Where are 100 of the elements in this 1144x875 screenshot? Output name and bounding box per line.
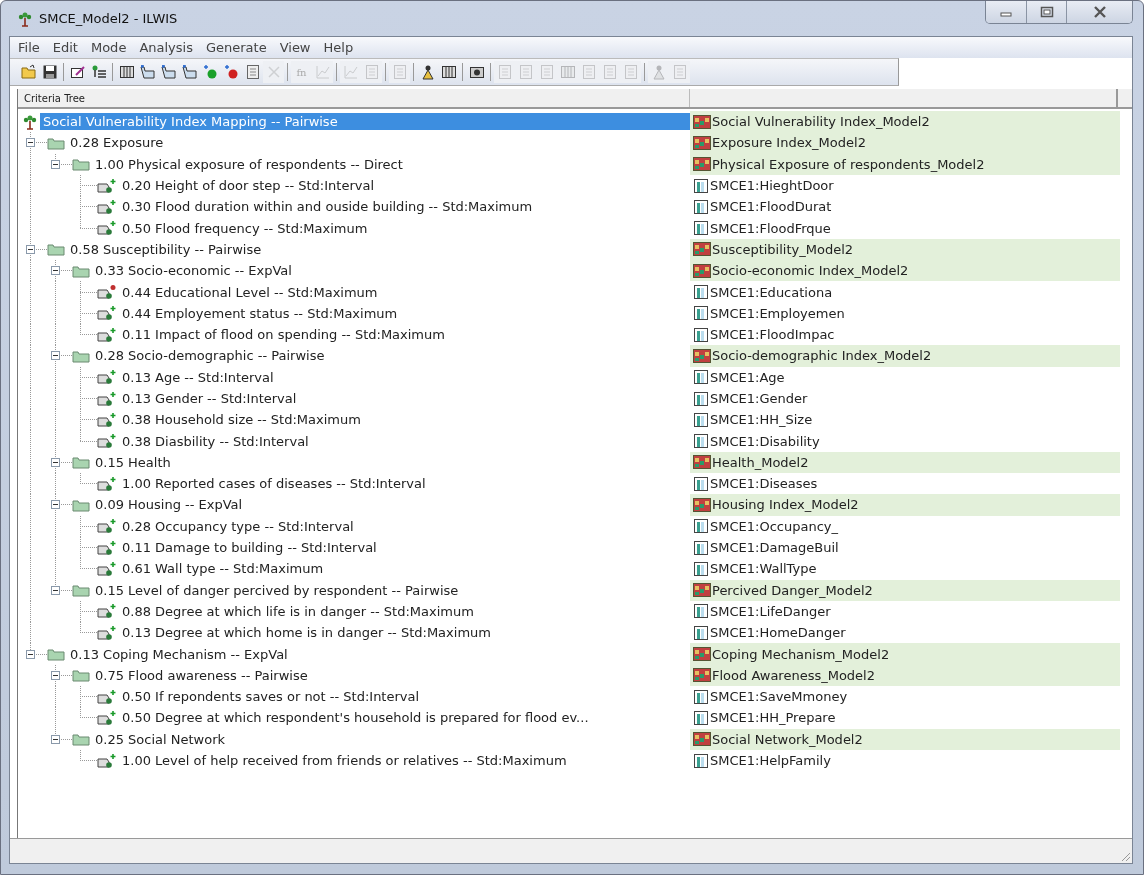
maximize-button[interactable]: [1026, 1, 1066, 23]
output-name: SMCE1:Disability: [710, 433, 820, 449]
raster-map-icon: [693, 498, 711, 512]
output-name: SMCE1:FloodImpac: [710, 327, 835, 343]
criterion-label[interactable]: 1.00 Physical exposure of respondents -- Direct: [92, 155, 406, 173]
output-name: SMCE1:SaveMmoney: [710, 689, 848, 705]
output-name: SMCE1:HomeDanger: [710, 625, 846, 641]
delete-icon: [265, 64, 282, 80]
criterion-label[interactable]: 0.88 Degree at which life is in danger -- Std:Maximum: [119, 602, 477, 620]
menu-item[interactable]: Analysis: [133, 40, 200, 55]
criterion-label[interactable]: 0.50 If repondents saves or not -- Std:Interval: [119, 688, 423, 706]
collapse-icon[interactable]: [51, 351, 60, 361]
table-icon: [693, 752, 709, 769]
criterion-label[interactable]: 0.30 Flood duration within and ouside building -- Std:Maximum: [119, 198, 536, 216]
collapse-icon[interactable]: [26, 649, 35, 659]
menu-item[interactable]: View: [273, 40, 318, 55]
output-name: SMCE1:Age: [710, 369, 785, 385]
document-icon: [538, 64, 555, 80]
output-name: Flood Awareness_Model2: [712, 667, 875, 683]
table-icon: [693, 369, 709, 386]
collapse-icon[interactable]: [26, 244, 35, 254]
criterion-label[interactable]: 0.50 Flood frequency -- Std:Maximum: [119, 219, 371, 237]
criterion-label[interactable]: 0.25 Social Network: [92, 730, 229, 748]
table-icon: [693, 560, 709, 577]
document-icon: [496, 64, 513, 80]
criterion-label[interactable]: 1.00 Level of help received from friends or relatives -- Std:Maximum: [119, 752, 570, 770]
criterion-label[interactable]: 0.50 Degree at which respondent's household is prepared for flood ev...: [119, 709, 592, 727]
table-icon: [693, 433, 709, 450]
raster-map-icon: [693, 157, 711, 172]
output-name: Exposure Index_Model2: [712, 135, 866, 151]
raster-map-icon: [693, 114, 711, 129]
collapse-icon[interactable]: [51, 734, 60, 744]
criterion-label[interactable]: 0.13 Coping Mechanism -- ExpVal: [67, 645, 291, 663]
criterion-label[interactable]: 0.13 Gender -- Std:Interval: [119, 390, 300, 407]
criterion-label[interactable]: 0.13 Degree at which home is in danger -- Std:Maximum: [119, 624, 494, 642]
criterion-label[interactable]: 0.44 Employement status -- Std:Maximum: [119, 304, 401, 322]
criterion-label[interactable]: 0.28 Socio-demographic -- Pairwise: [92, 347, 328, 365]
criterion-label[interactable]: 0.20 Height of door step -- Std:Interval: [119, 177, 377, 195]
criterion-label[interactable]: 0.61 Wall type -- Std:Maximum: [119, 560, 327, 578]
criterion-label[interactable]: 0.58 Susceptibility -- Pairwise: [67, 240, 265, 258]
tree-icon: [22, 113, 38, 130]
table-icon: [693, 603, 709, 620]
criterion-label[interactable]: 0.75 Flood awareness -- Pairwise: [92, 666, 311, 684]
output-name: SMCE1:HieghtDoor: [710, 178, 834, 194]
criterion-label[interactable]: 0.28 Exposure: [67, 134, 167, 152]
grid-icon: [440, 64, 457, 80]
collapse-icon[interactable]: [51, 500, 60, 510]
output-name: SMCE1:LifeDanger: [710, 603, 831, 619]
criterion-label[interactable]: 0.09 Housing -- ExpVal: [92, 496, 246, 514]
camera-icon: [468, 64, 485, 80]
criterion-label[interactable]: 0.28 Occupancy type -- Std:Interval: [119, 517, 357, 535]
output-name: SMCE1:Educationa: [710, 284, 833, 300]
collapse-icon[interactable]: [26, 138, 35, 148]
menu-item[interactable]: Generate: [199, 40, 274, 55]
criterion-label[interactable]: 0.33 Socio-economic -- ExpVal: [92, 262, 295, 280]
raster-map-icon: [693, 135, 711, 150]
criterion-label[interactable]: 0.11 Impact of flood on spending -- Std:Maximum: [119, 326, 448, 344]
dot-icon: [223, 64, 240, 80]
criterion-label[interactable]: 0.44 Educational Level -- Std:Maximum: [119, 283, 381, 301]
output-name: SMCE1:WallType: [710, 561, 817, 577]
menu-item[interactable]: Edit: [46, 40, 85, 55]
collapse-icon[interactable]: [51, 266, 60, 276]
raster-map-icon: [693, 668, 711, 683]
window-title: SMCE_Model2 - ILWIS: [39, 11, 178, 26]
table-icon: [693, 284, 709, 300]
document-icon: [601, 64, 618, 80]
criterion-label[interactable]: 1.00 Reported cases of diseases -- Std:Interval: [119, 475, 429, 493]
document-icon: [363, 64, 380, 80]
menu-item[interactable]: Mode: [84, 40, 134, 55]
output-name: SMCE1:Occupancy_: [710, 518, 838, 534]
raster-map-icon: [693, 732, 711, 747]
output-name: Socio-economic Index_Model2: [712, 263, 909, 279]
raster-map-icon: [693, 583, 711, 598]
criterion-label[interactable]: 0.38 Household size -- Std:Maximum: [119, 411, 364, 429]
table-icon: [693, 688, 709, 705]
criterion-label[interactable]: 0.15 Health: [92, 453, 174, 471]
output-name: SMCE1:HH_Prepare: [710, 710, 836, 726]
criterion-label[interactable]: 0.11 Damage to building -- Std:Interval: [119, 539, 380, 557]
document-icon: [671, 64, 688, 80]
table-icon: [693, 518, 709, 535]
document-icon: [244, 64, 261, 80]
collapse-icon[interactable]: [51, 159, 60, 169]
output-name: SMCE1:Gender: [710, 391, 808, 406]
collapse-icon[interactable]: [51, 457, 60, 467]
figure-icon: [419, 64, 436, 80]
table-icon: [693, 326, 709, 343]
criterion-label[interactable]: 0.38 Diasbility -- Std:Interval: [119, 432, 312, 450]
output-name: Percived Danger_Model2: [712, 582, 873, 598]
collapse-icon[interactable]: [51, 585, 60, 595]
criterion-label[interactable]: 0.13 Age -- Std:Interval: [119, 368, 277, 386]
close-button[interactable]: [1066, 1, 1132, 23]
raster-map-icon: [693, 348, 711, 363]
menu-item[interactable]: Help: [317, 40, 361, 55]
collapse-icon[interactable]: [51, 670, 60, 680]
criterion-label[interactable]: 0.15 Level of danger percived by respondent -- Pairwise: [92, 581, 462, 599]
document-icon: [517, 64, 534, 80]
menu-item[interactable]: File: [12, 40, 47, 55]
table-icon: [693, 539, 709, 556]
figure-icon: [650, 64, 667, 80]
output-name: Health_Model2: [712, 454, 809, 470]
